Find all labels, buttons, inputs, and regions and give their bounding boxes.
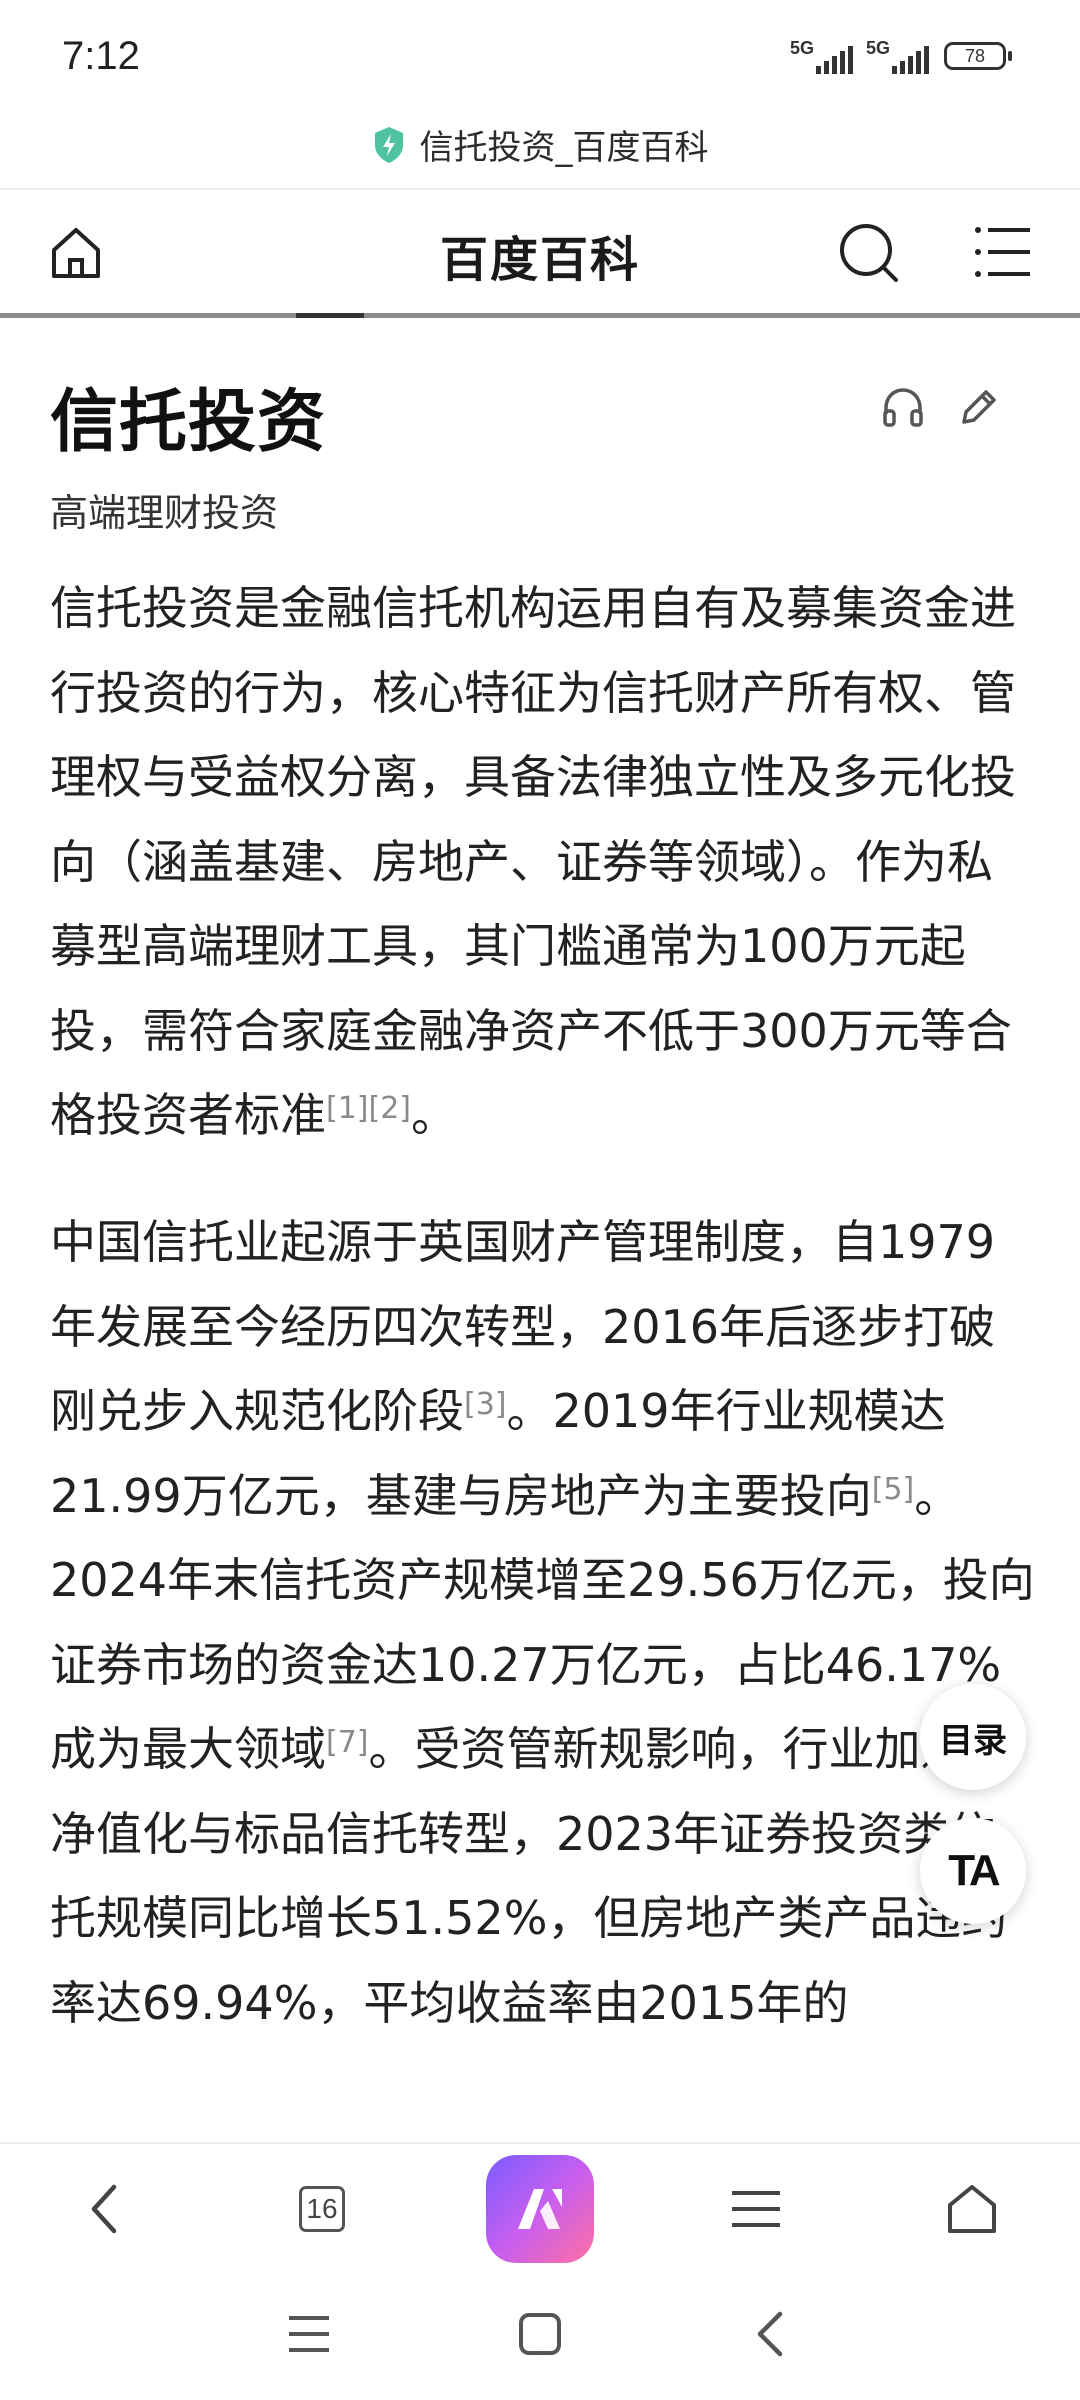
system-nav-bar (0, 2272, 1080, 2400)
browser-home-button[interactable] (922, 2144, 1022, 2274)
shield-bolt-icon (374, 126, 403, 163)
menu-button[interactable] (706, 2144, 806, 2274)
table-of-contents-button[interactable]: 目录 (920, 1684, 1026, 1790)
paragraph-end: 。 (411, 1088, 457, 1142)
tabs-button[interactable]: 16 (272, 2144, 372, 2274)
hamburger-menu-icon (732, 2191, 780, 2227)
ai-assistant-icon (486, 2155, 594, 2263)
citation-link[interactable]: [1][2] (326, 1091, 411, 1126)
tab-count: 16 (299, 2186, 345, 2232)
citation-link[interactable]: [5] (872, 1472, 915, 1507)
site-header: 百度百科 (0, 190, 1080, 316)
ta-button[interactable]: TA (920, 1818, 1026, 1924)
article-paragraph-2: 中国信托业起源于英国财产管理制度，自1979年发展至今经历四次转型，2016年后… (50, 1200, 1035, 2045)
page-progress-indicator (296, 313, 364, 318)
signal-bars-icon (892, 46, 929, 74)
battery-level: 78 (964, 46, 986, 66)
chevron-left-icon (91, 2184, 117, 2234)
signal-label: 5G (866, 38, 891, 58)
status-time: 7:12 (62, 34, 140, 78)
battery-icon: 78 (944, 42, 1012, 70)
citation-link[interactable]: [7] (326, 1725, 369, 1760)
url-bar[interactable]: 信托投资_百度百科 (0, 118, 1080, 188)
page-progress-track (0, 313, 1080, 318)
site-title[interactable]: 百度百科 (0, 220, 1080, 290)
pencil-icon[interactable] (956, 384, 1002, 430)
article-title: 信托投资 (50, 383, 327, 462)
search-icon[interactable] (836, 220, 902, 286)
recents-icon[interactable] (287, 2314, 331, 2354)
menu-list-icon[interactable] (974, 224, 1034, 280)
headphones-icon[interactable] (880, 384, 926, 430)
article-subtitle: 高端理财投资 (50, 491, 279, 535)
paragraph-text: 信托投资是金融信托机构运用自有及募集资金进行投资的行为，核心特征为信托财产所有权… (50, 581, 1016, 1142)
article-paragraph-1: 信托投资是金融信托机构运用自有及募集资金进行投资的行为，核心特征为信托财产所有权… (50, 566, 1035, 1158)
ai-assistant-button[interactable] (486, 2144, 594, 2274)
back-arrow-icon[interactable] (752, 2310, 788, 2358)
citation-link[interactable]: [3] (464, 1387, 507, 1422)
url-page-title: 信托投资_百度百科 (419, 128, 709, 168)
square-home-icon[interactable] (518, 2312, 562, 2356)
signal-label: 5G (790, 38, 815, 58)
status-bar: 7:12 5G 5G 78 (0, 0, 1080, 118)
home-outline-icon (948, 2185, 996, 2233)
signal-bars-icon (816, 46, 853, 74)
browser-bottom-bar: 16 (0, 2142, 1080, 2274)
back-button[interactable] (56, 2144, 156, 2274)
